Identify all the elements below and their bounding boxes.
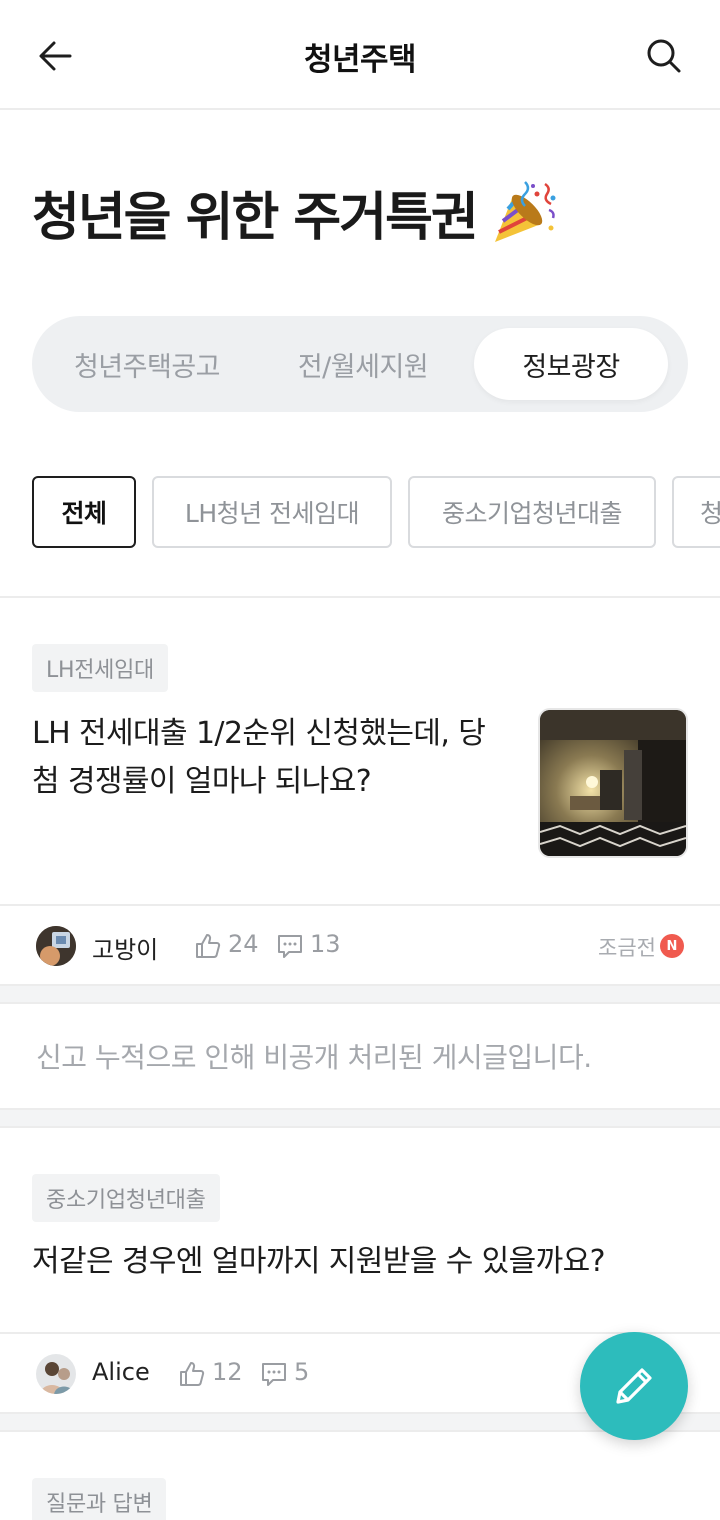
section-separator <box>0 1108 720 1128</box>
tab-info-plaza[interactable]: 정보광장 <box>474 328 668 400</box>
hidden-post-notice: 신고 누적으로 인해 비공개 처리된 게시글입니다. <box>36 1041 592 1074</box>
avatar-image <box>36 926 76 966</box>
post-title-line: 첨 경쟁률이 얼마나 되나요? <box>32 764 372 799</box>
hero-section: 청년을 위한 주거특권 <box>32 176 561 248</box>
search-icon <box>647 39 681 73</box>
post-tag: 중소기업청년대출 <box>32 1174 220 1222</box>
comment-icon[interactable] <box>260 1360 288 1388</box>
post-tag: 질문과 답변 <box>32 1478 167 1520</box>
pencil-icon <box>616 1368 652 1404</box>
new-badge: N <box>660 934 684 958</box>
post-title[interactable]: 저같은 경우엔 얼마까지 지원받을 수 있을까요? <box>32 1238 692 1286</box>
divider <box>0 596 720 598</box>
search-button[interactable] <box>638 30 690 82</box>
write-post-button[interactable] <box>580 1332 688 1440</box>
chip-lh-youth-jeonse[interactable]: LH청년 전세임대 <box>152 476 392 548</box>
comment-count: 13 <box>310 930 341 958</box>
tab-youth-housing-notice[interactable]: 청년주택공고 <box>42 328 252 400</box>
comment-count: 5 <box>294 1358 310 1386</box>
party-popper-icon <box>494 181 556 242</box>
section-separator <box>0 984 720 1004</box>
post-time: 조금전 <box>598 936 656 960</box>
post-title-line: 저같은 경우엔 얼마까지 지원받을 수 있을까요? <box>32 1244 606 1279</box>
top-app-bar: 청년주택 <box>0 0 720 110</box>
thumbs-up-icon[interactable] <box>194 932 222 960</box>
page-title: 청년주택 <box>303 42 417 78</box>
filter-chip-row: 전체 LH청년 전세임대 중소기업청년대출 청 <box>32 476 720 548</box>
tab-rent-support[interactable]: 전/월세지원 <box>258 328 468 400</box>
like-count: 12 <box>212 1358 243 1386</box>
post-title-line: LH 전세대출 1/2순위 신청했는데, 당 <box>32 716 486 751</box>
avatar[interactable] <box>36 1354 76 1394</box>
post-meta: 고방이 24 13 조금전 N <box>0 906 720 986</box>
avatar-image <box>36 1354 76 1394</box>
post-author[interactable]: Alice <box>92 1358 150 1386</box>
avatar[interactable] <box>36 926 76 966</box>
chip-sme-youth-loan[interactable]: 중소기업청년대출 <box>408 476 656 548</box>
hero-title: 청년을 위한 주거특권 <box>32 187 479 248</box>
like-count: 24 <box>228 930 259 958</box>
post-thumbnail[interactable] <box>538 708 688 858</box>
post-tag: LH전세임대 <box>32 644 168 692</box>
category-segmented-control: 청년주택공고 전/월세지원 정보광장 <box>32 316 688 412</box>
room-photo <box>540 710 686 856</box>
thumbs-up-icon[interactable] <box>178 1360 206 1388</box>
post-author[interactable]: 고방이 <box>92 930 158 965</box>
chip-more[interactable]: 청 <box>672 476 720 548</box>
chip-all[interactable]: 전체 <box>32 476 136 548</box>
post-title[interactable]: LH 전세대출 1/2순위 신청했는데, 당 첨 경쟁률이 얼마나 되나요? <box>32 710 522 806</box>
comment-icon[interactable] <box>276 932 304 960</box>
